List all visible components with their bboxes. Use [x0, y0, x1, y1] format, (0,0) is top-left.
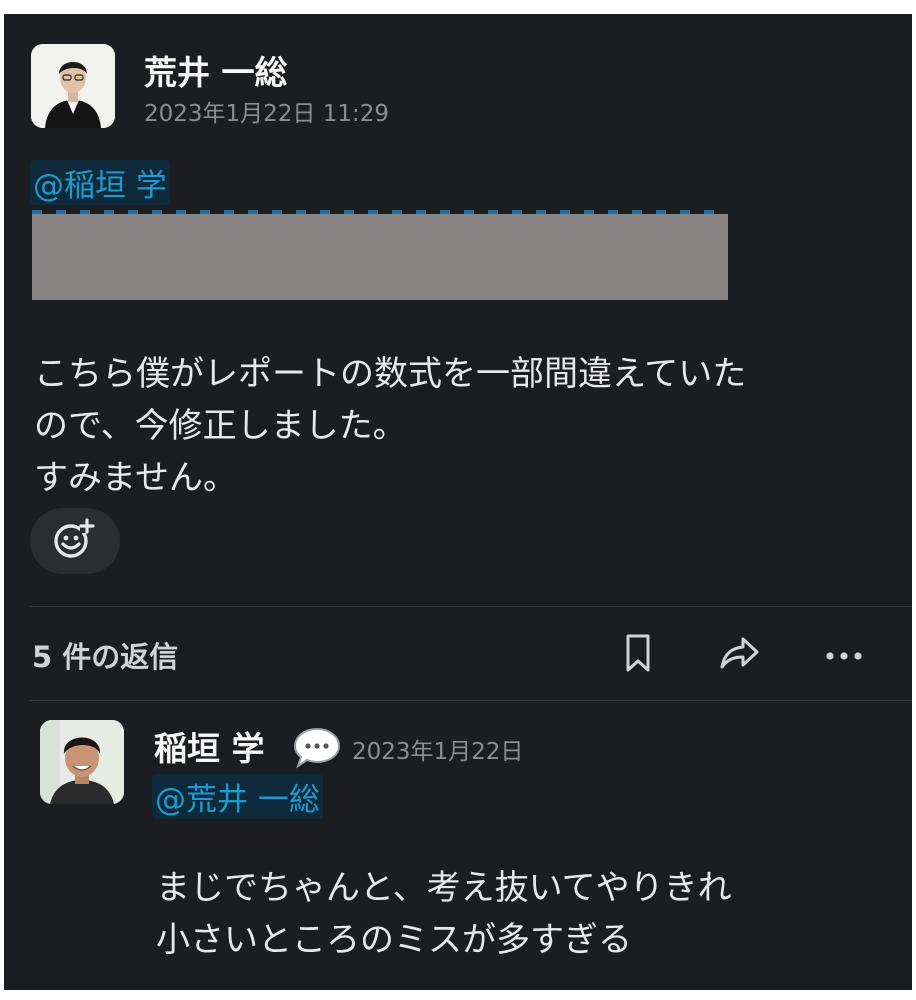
add-reaction-icon: [51, 517, 99, 565]
reply-message-line: 小さいところのミスが多すぎる: [156, 920, 632, 960]
post-message: こちら僕がレポートの数式を一部間違えていた ので、今修正しました。 すみません。: [34, 348, 746, 504]
share-button[interactable]: [720, 634, 760, 676]
divider: [30, 606, 912, 607]
bookmark-button[interactable]: [618, 634, 658, 676]
reply-timestamp[interactable]: 2023年1月22日: [352, 732, 523, 766]
share-icon: [719, 635, 761, 675]
post-message-line: こちら僕がレポートの数式を一部間違えていた: [34, 354, 747, 394]
message-panel: 荒井 一総 2023年1月22日 11:29 @稲垣 学 こちら僕がレポートの数…: [4, 14, 912, 990]
add-reaction-button[interactable]: [30, 508, 120, 574]
more-icon: [824, 646, 864, 665]
reply-message-line: まじでちゃんと、考え抜いてやりきれ: [156, 868, 732, 908]
reply-author-avatar[interactable]: [40, 720, 124, 804]
divider: [30, 700, 912, 701]
post-mention[interactable]: @稲垣 学: [30, 160, 170, 205]
reply-message: まじでちゃんと、考え抜いてやりきれ 小さいところのミスが多すぎる: [156, 862, 732, 966]
speech-bubble-icon: [292, 726, 342, 770]
reply-mention[interactable]: @荒井 一総: [152, 774, 323, 819]
post-message-line: ので、今修正しました。: [34, 406, 407, 446]
post-timestamp[interactable]: 2023年1月22日 11:29: [144, 94, 389, 128]
replies-count[interactable]: 5 件の返信: [32, 634, 178, 676]
reply-author-name[interactable]: 稲垣 学: [154, 722, 265, 770]
bookmark-icon: [623, 633, 653, 677]
post-message-line: すみません。: [34, 458, 237, 498]
redacted-block: [32, 214, 728, 300]
post-author-avatar[interactable]: [31, 44, 115, 128]
more-actions-button[interactable]: [824, 634, 864, 676]
post-author-name[interactable]: 荒井 一総: [144, 46, 288, 94]
